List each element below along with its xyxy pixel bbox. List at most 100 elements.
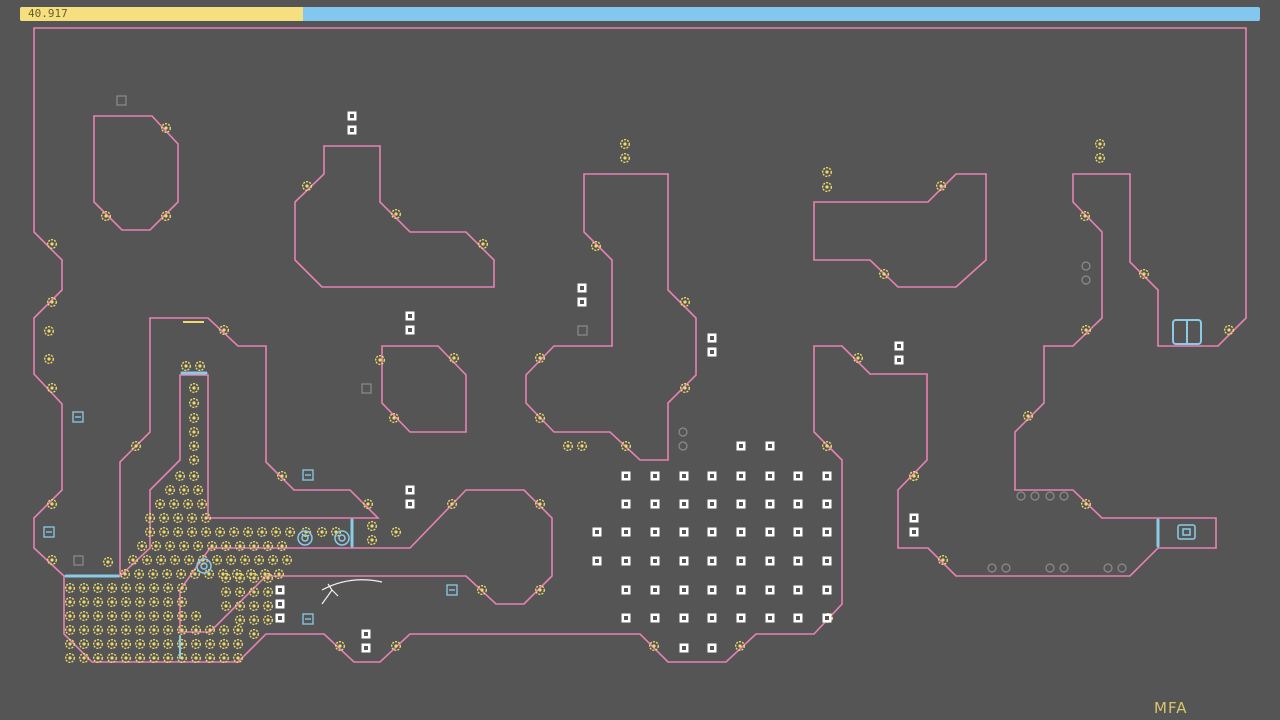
- mine-icon: [707, 333, 717, 343]
- gold-icon: [268, 555, 278, 565]
- gold-icon: [225, 555, 237, 565]
- gold-icon: [680, 297, 690, 307]
- gold-icon: [577, 441, 587, 451]
- ninja-icon: [321, 579, 383, 605]
- inactive-mines: [73, 95, 1127, 573]
- gold-icon: [120, 625, 132, 635]
- gold-icon: [106, 625, 118, 635]
- mine-icon: [621, 527, 631, 537]
- switch-icon: [302, 613, 314, 625]
- gold-icon: [176, 583, 188, 593]
- gold-icon: [879, 269, 889, 279]
- gold-icon: [535, 413, 545, 423]
- gold-icon: [155, 555, 167, 565]
- mine-icon: [822, 556, 832, 566]
- mine-icon: [347, 125, 357, 135]
- mine-icon: [405, 311, 415, 321]
- exit-door-icon: [1172, 319, 1202, 345]
- mine-icon: [909, 513, 919, 523]
- switch-icon: [302, 469, 314, 481]
- inactive-mine: [361, 383, 372, 394]
- gold-icon: [162, 625, 174, 635]
- mine-icon: [707, 643, 717, 653]
- mine-icon: [736, 527, 746, 537]
- mines: [275, 111, 919, 653]
- gold-icon: [164, 485, 176, 495]
- gold-icon: [232, 639, 244, 649]
- exit-switch-icon: [1177, 524, 1196, 540]
- gold-icon: [1223, 325, 1235, 335]
- mine-icon: [736, 471, 746, 481]
- mine-icon: [621, 613, 631, 623]
- gold-icon: [148, 653, 160, 663]
- gold-icon: [234, 615, 246, 625]
- gold-icon: [190, 611, 202, 621]
- outer-wall: [33, 27, 1247, 663]
- inactive-mine: [1030, 491, 1040, 501]
- mine-icon: [679, 643, 689, 653]
- gold-icon: [391, 527, 401, 537]
- inactive-mine: [678, 441, 688, 451]
- gold-icon: [134, 653, 146, 663]
- gold-icon: [188, 441, 200, 451]
- gold-icon: [148, 611, 160, 621]
- gold-icon: [176, 597, 188, 607]
- gold-icon: [176, 625, 188, 635]
- gold-icon: [134, 625, 146, 635]
- gold-icon: [477, 585, 487, 595]
- mine-icon: [765, 441, 775, 451]
- mine-icon: [822, 527, 832, 537]
- gold-icon: [367, 521, 377, 531]
- gold-icon: [158, 513, 170, 523]
- gold-icon: [92, 597, 104, 607]
- mine-icon: [679, 613, 689, 623]
- gold-icon: [172, 527, 184, 537]
- inactive-mine: [1081, 261, 1091, 271]
- gold-icon: [563, 441, 573, 451]
- mine-icon: [361, 643, 371, 653]
- mine-icon: [707, 347, 717, 357]
- gold-icon: [478, 238, 488, 250]
- mine-icon: [765, 499, 775, 509]
- gold-icon: [263, 541, 273, 551]
- gold-icon: [242, 527, 254, 537]
- mine-icon: [793, 471, 803, 481]
- mine-icon: [822, 613, 832, 623]
- mine-icon: [577, 283, 587, 293]
- gold-icon: [162, 583, 174, 593]
- gold-icon: [44, 326, 54, 336]
- gold-icon: [120, 583, 132, 593]
- gold-icon: [182, 499, 194, 509]
- mine-icon: [679, 471, 689, 481]
- gold-icon: [447, 499, 457, 509]
- gold-icon: [130, 441, 142, 451]
- gold-icon: [47, 555, 57, 565]
- gold-icon: [133, 569, 145, 579]
- gold-icon: [218, 639, 230, 649]
- mine-icon: [822, 499, 832, 509]
- gold-icon: [234, 587, 246, 597]
- mine-icon: [707, 585, 717, 595]
- gold-icon: [44, 354, 54, 364]
- gold-icon: [120, 597, 132, 607]
- doors: [64, 371, 1160, 659]
- gold-icon: [1094, 138, 1106, 150]
- gold-icon: [92, 639, 104, 649]
- mine-icon: [347, 111, 357, 121]
- gold-icon: [263, 601, 273, 611]
- mine-icon: [592, 556, 602, 566]
- inactive-mine: [1059, 563, 1069, 573]
- mine-icon: [650, 499, 660, 509]
- level-map: [33, 27, 1247, 663]
- gold-icon: [232, 625, 244, 635]
- gold-icon: [106, 639, 118, 649]
- gold-icon: [1080, 499, 1092, 509]
- gold-icon: [253, 555, 264, 565]
- gold-icon: [271, 527, 281, 537]
- gold-icon: [78, 611, 90, 621]
- wall-block-1: [93, 115, 179, 231]
- mine-icon: [822, 585, 832, 595]
- gold-icon: [302, 180, 312, 192]
- mine-icon: [650, 585, 660, 595]
- switch-icon: [43, 526, 55, 538]
